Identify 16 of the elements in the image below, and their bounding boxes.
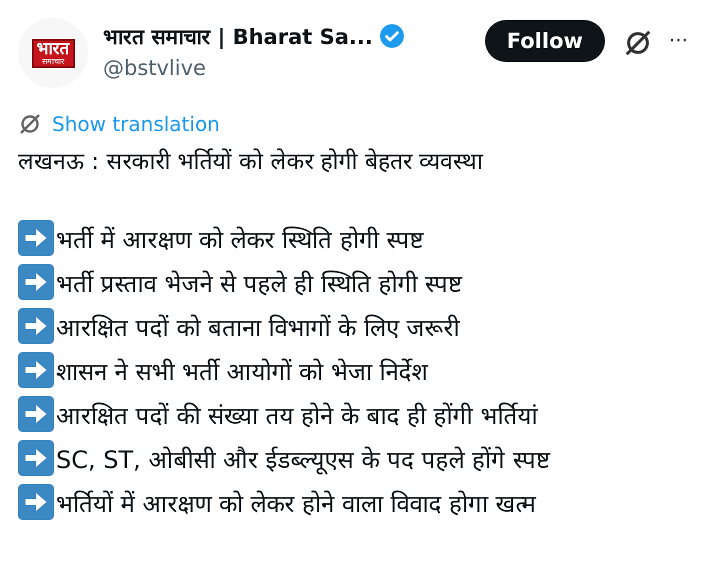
- logo-subtext: समाचार: [42, 58, 64, 66]
- slashed-circle-icon: [18, 112, 42, 136]
- tweet-text: भर्तियों में आरक्षण को लेकर होने वाला विवाद होगा खत्म: [56, 488, 536, 518]
- tweet-text: भर्ती प्रस्ताव भेजने से पहले ही स्थिति होगी स्पष्ट: [56, 268, 462, 298]
- more-button[interactable]: ···: [668, 28, 688, 52]
- avatar[interactable]: भारत समाचार: [18, 18, 88, 88]
- tweet-text: आरक्षित पदों की संख्या तय होने के बाद ही होंगी भर्तियां: [56, 400, 538, 430]
- tweet-text: आरक्षित पदों को बताना विभागों के लिए जरूरी: [56, 312, 460, 342]
- author-handle[interactable]: @bstvlive: [103, 56, 405, 80]
- tweet-text: SC, ST, ओबीसी और ईडब्ल्यूएस के पद पहले होंगे स्पष्ट: [56, 444, 550, 474]
- follow-button[interactable]: Follow: [484, 20, 605, 62]
- author-name[interactable]: भारत समाचार | Bharat Sa...: [103, 22, 373, 50]
- tweet-text: भर्ती में आरक्षण को लेकर स्थिति होगी स्पष्ट: [56, 224, 424, 254]
- logo-text: भारत: [36, 40, 70, 58]
- tweet-text: शासन ने सभी भर्ती आयोगों को भेजा निर्देश: [56, 356, 428, 386]
- tweet-text: लखनऊ : सरकारी भर्तियों को लेकर होगी बेहतर व्यवस्था: [18, 147, 484, 176]
